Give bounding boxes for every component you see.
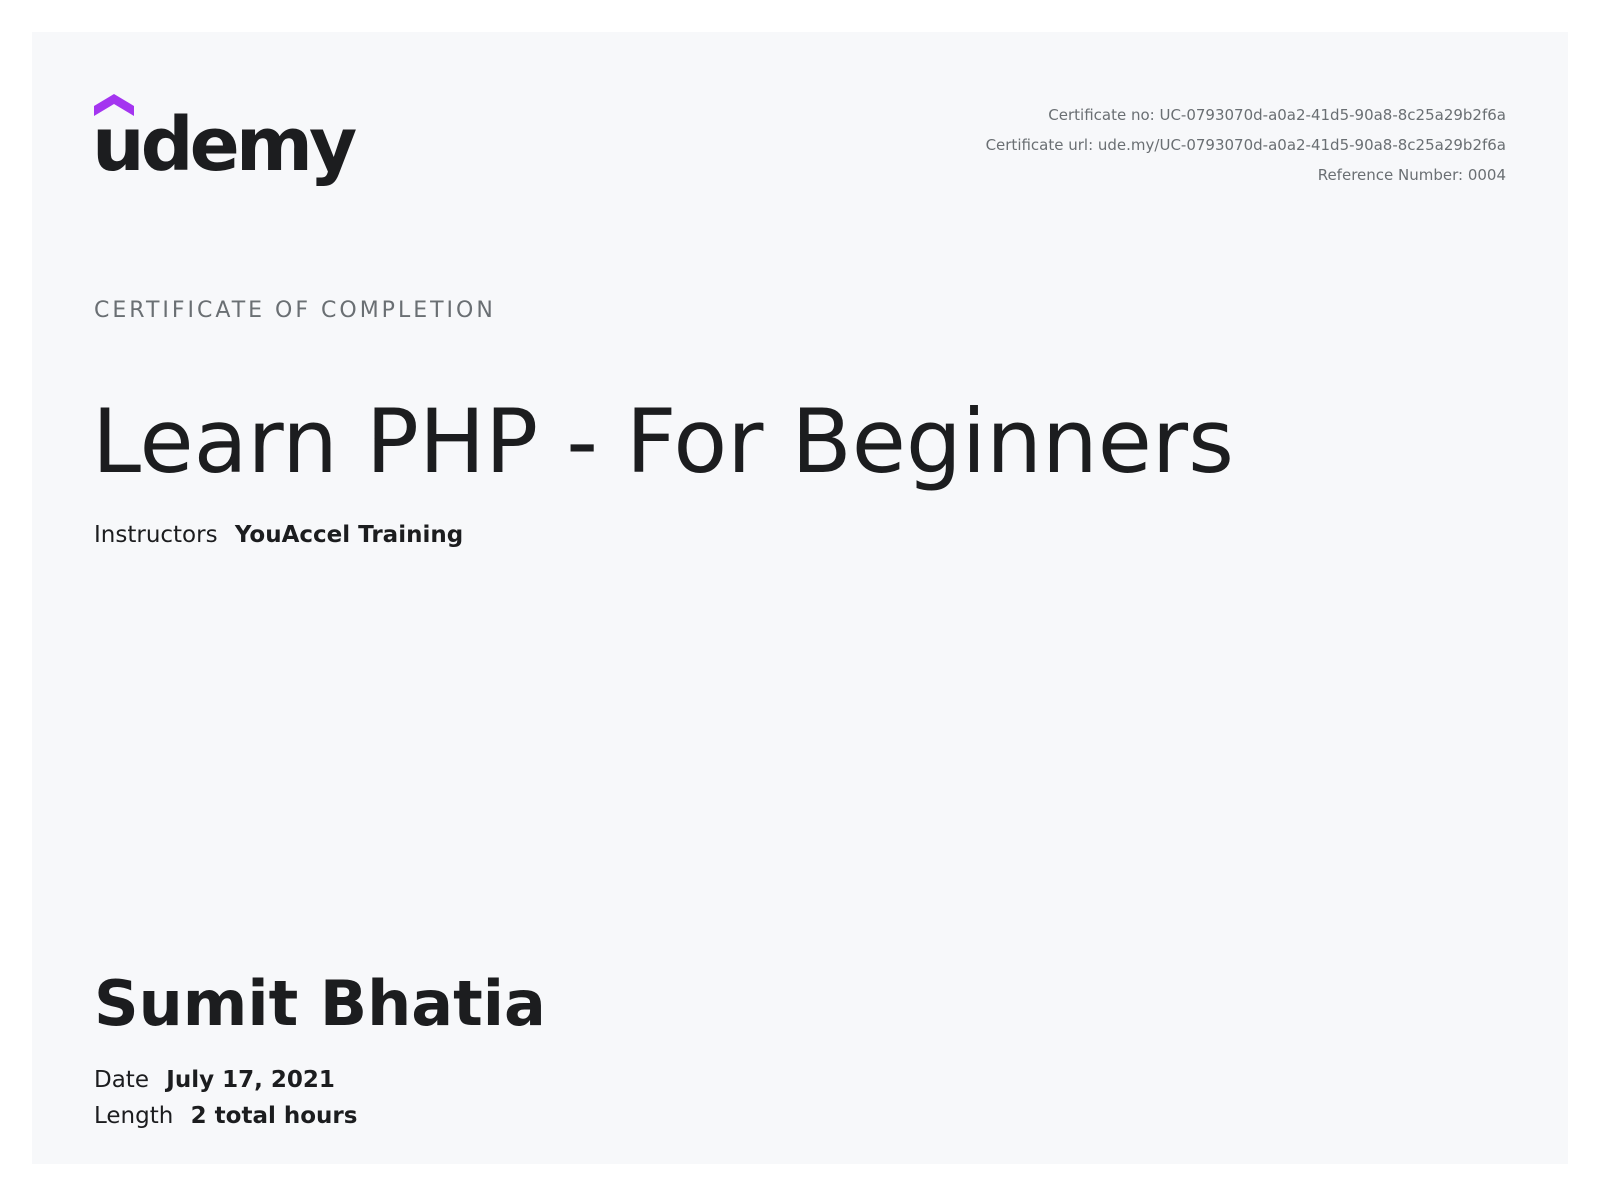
length-value: 2 total hours bbox=[190, 1103, 358, 1129]
certificate-kicker: CERTIFICATE OF COMPLETION bbox=[94, 298, 496, 323]
udemy-wordmark: udemy bbox=[94, 102, 356, 188]
course-title: Learn PHP - For Beginners bbox=[92, 390, 1234, 493]
certificate-url: Certificate url: ude.my/UC-0793070d-a0a2… bbox=[985, 136, 1506, 154]
udemy-logo: udemy bbox=[94, 94, 360, 188]
date-label: Date bbox=[94, 1067, 149, 1093]
instructors-row: Instructors YouAccel Training bbox=[94, 522, 463, 548]
certificate-card: udemy Certificate no: UC-0793070d-a0a2-4… bbox=[32, 32, 1568, 1164]
student-name: Sumit Bhatia bbox=[94, 967, 546, 1040]
date-value: July 17, 2021 bbox=[166, 1067, 335, 1093]
instructors-value: YouAccel Training bbox=[234, 522, 464, 548]
instructors-label: Instructors bbox=[94, 522, 218, 548]
length-row: Length 2 total hours bbox=[94, 1103, 357, 1129]
date-row: Date July 17, 2021 bbox=[94, 1067, 335, 1093]
length-label: Length bbox=[94, 1103, 174, 1129]
reference-number: Reference Number: 0004 bbox=[1317, 166, 1506, 184]
certificate-meta: Certificate no: UC-0793070d-a0a2-41d5-90… bbox=[986, 100, 1506, 190]
certificate-number: Certificate no: UC-0793070d-a0a2-41d5-90… bbox=[1048, 106, 1506, 124]
